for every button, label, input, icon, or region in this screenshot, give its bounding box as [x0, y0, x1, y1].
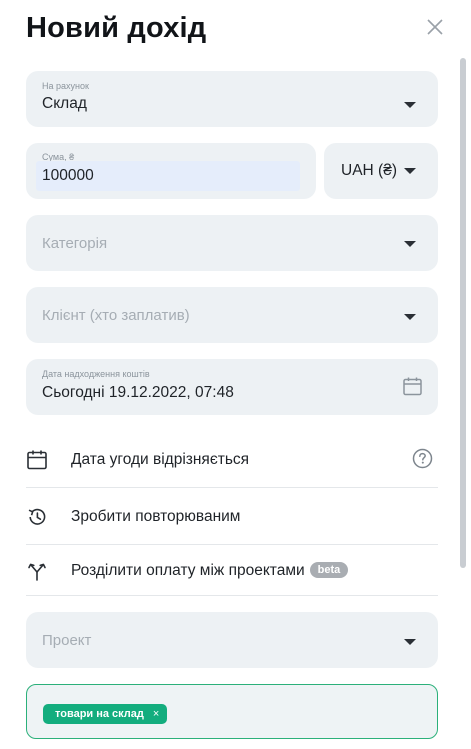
project-select[interactable]: Проект [26, 612, 438, 668]
page-title: Новий дохід [26, 12, 207, 44]
client-select[interactable]: Клієнт (хто заплатив) [26, 287, 438, 343]
chevron-down-icon [404, 241, 416, 247]
split-icon [28, 563, 46, 581]
date-field[interactable]: Дата надходження коштів Сьогодні 19.12.2… [26, 359, 438, 415]
date-label: Дата надходження коштів [42, 369, 150, 379]
recurring-label: Зробити повторюваним [71, 507, 241, 525]
split-payment-label: Розділити оплату між проектами [71, 561, 305, 579]
client-placeholder: Клієнт (хто заплатив) [42, 307, 190, 324]
tag-chip: товари на склад × [43, 704, 168, 724]
scrollbar[interactable] [460, 58, 466, 568]
help-icon[interactable] [412, 448, 433, 469]
account-select[interactable]: На рахунок Склад [26, 71, 438, 127]
account-value: Склад [42, 95, 87, 112]
chevron-down-icon [404, 639, 416, 645]
category-placeholder: Категорія [42, 235, 108, 252]
calendar-icon[interactable] [402, 376, 423, 397]
tag-remove-icon[interactable]: × [153, 708, 159, 720]
currency-value: UAH (₴) [341, 162, 397, 179]
date-value: Сьогодні 19.12.2022, 07:48 [42, 384, 234, 401]
chevron-down-icon [404, 314, 416, 320]
recurring-toggle[interactable]: Зробити повторюваним [26, 488, 438, 545]
chevron-down-icon [404, 168, 416, 174]
project-placeholder: Проект [42, 632, 92, 649]
deal-date-toggle[interactable]: Дата угоди відрізняється [26, 431, 438, 488]
close-icon[interactable] [426, 18, 444, 36]
chevron-down-icon [404, 102, 416, 108]
currency-select[interactable]: UAH (₴) [324, 143, 438, 199]
account-label: На рахунок [42, 81, 89, 91]
split-payment-toggle[interactable]: Розділити оплату між проектами beta [26, 542, 438, 599]
divider [26, 595, 438, 596]
deal-date-label: Дата угоди відрізняється [71, 450, 250, 468]
amount-field[interactable]: Сума, ₴ [26, 143, 316, 199]
tag-label: товари на склад [55, 708, 144, 720]
category-select[interactable]: Категорія [26, 215, 438, 271]
tags-input[interactable]: товари на склад × [26, 684, 438, 739]
calendar-icon [27, 450, 47, 469]
history-icon [28, 508, 46, 525]
amount-input[interactable] [36, 161, 300, 191]
beta-badge: beta [309, 562, 349, 579]
